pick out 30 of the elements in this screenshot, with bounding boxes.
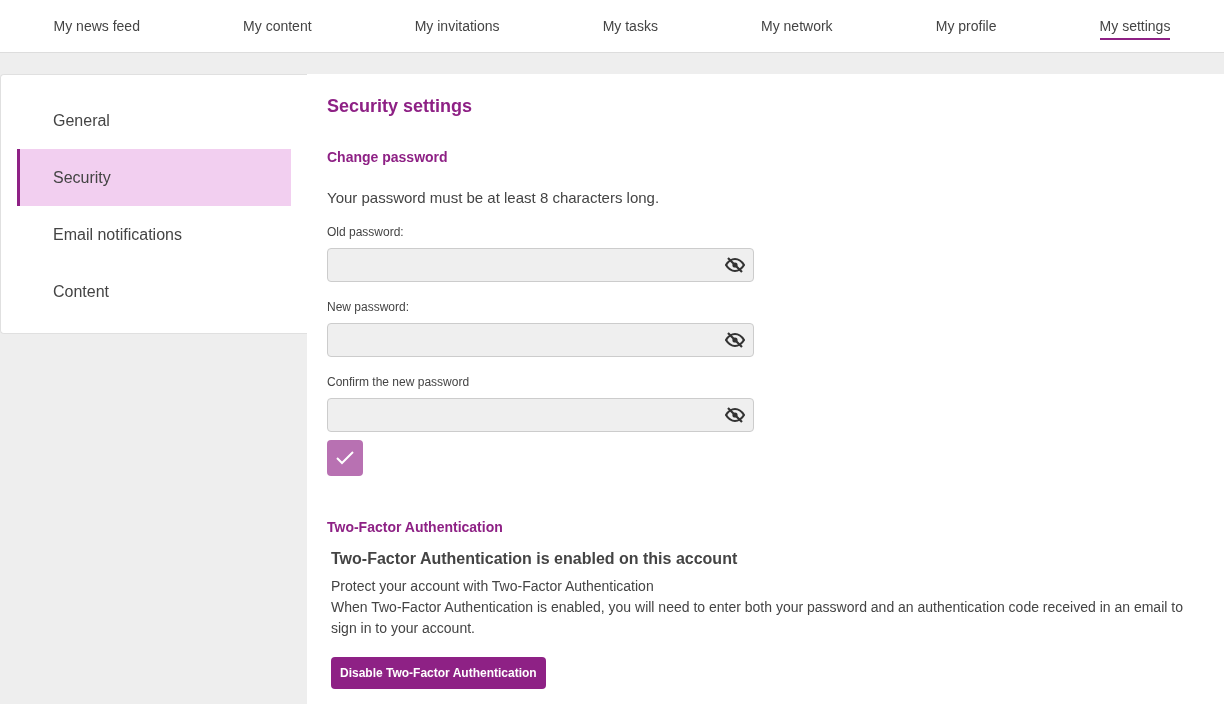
nav-tab[interactable]: My tasks (602, 15, 658, 40)
eye-slash-icon[interactable] (725, 407, 745, 423)
section-heading: Change password (327, 148, 449, 166)
section-heading: Two-Factor Authentication (327, 518, 504, 536)
disable-two-factor-button[interactable]: Disable Two-Factor Authentication (331, 657, 546, 689)
nav-tab[interactable]: My network (761, 15, 833, 40)
password-hint: Your password must be at least 8 characters long. (327, 188, 661, 208)
sidebar-item[interactable]: Content (17, 263, 291, 320)
intro-text: Protect your account with Two-Factor Authentication (331, 577, 655, 596)
password-field[interactable] (327, 248, 754, 282)
nav-tab[interactable]: My settings (1099, 15, 1171, 40)
sidebar-item[interactable]: General (17, 92, 291, 149)
nav-tab[interactable]: My invitations (414, 15, 500, 40)
checkmark-icon (336, 451, 354, 465)
eye-slash-icon[interactable] (725, 257, 745, 273)
page-title: Security settings (327, 95, 474, 118)
submit-button[interactable] (327, 440, 363, 476)
sidebar-item[interactable]: Security (17, 149, 291, 206)
nav-tab[interactable]: My profile (935, 15, 997, 40)
field-label: Old password: (327, 224, 405, 240)
field-label: New password: (327, 299, 411, 315)
sidebar-item[interactable]: Email notifications (17, 206, 291, 263)
description-text: When Two-Factor Authentication is enabled, you will need to enter both your password and an authentication code received in an email to sign in to your account. (331, 598, 1184, 638)
status-heading: Two-Factor Authentication is enabled on this account (331, 549, 739, 569)
nav-tab[interactable]: My content (243, 15, 312, 40)
password-field[interactable] (327, 323, 754, 357)
password-field[interactable] (327, 398, 754, 432)
nav-tab[interactable]: My news feed (53, 15, 140, 40)
eye-slash-icon[interactable] (725, 332, 745, 348)
field-label: Confirm the new password (327, 374, 471, 390)
